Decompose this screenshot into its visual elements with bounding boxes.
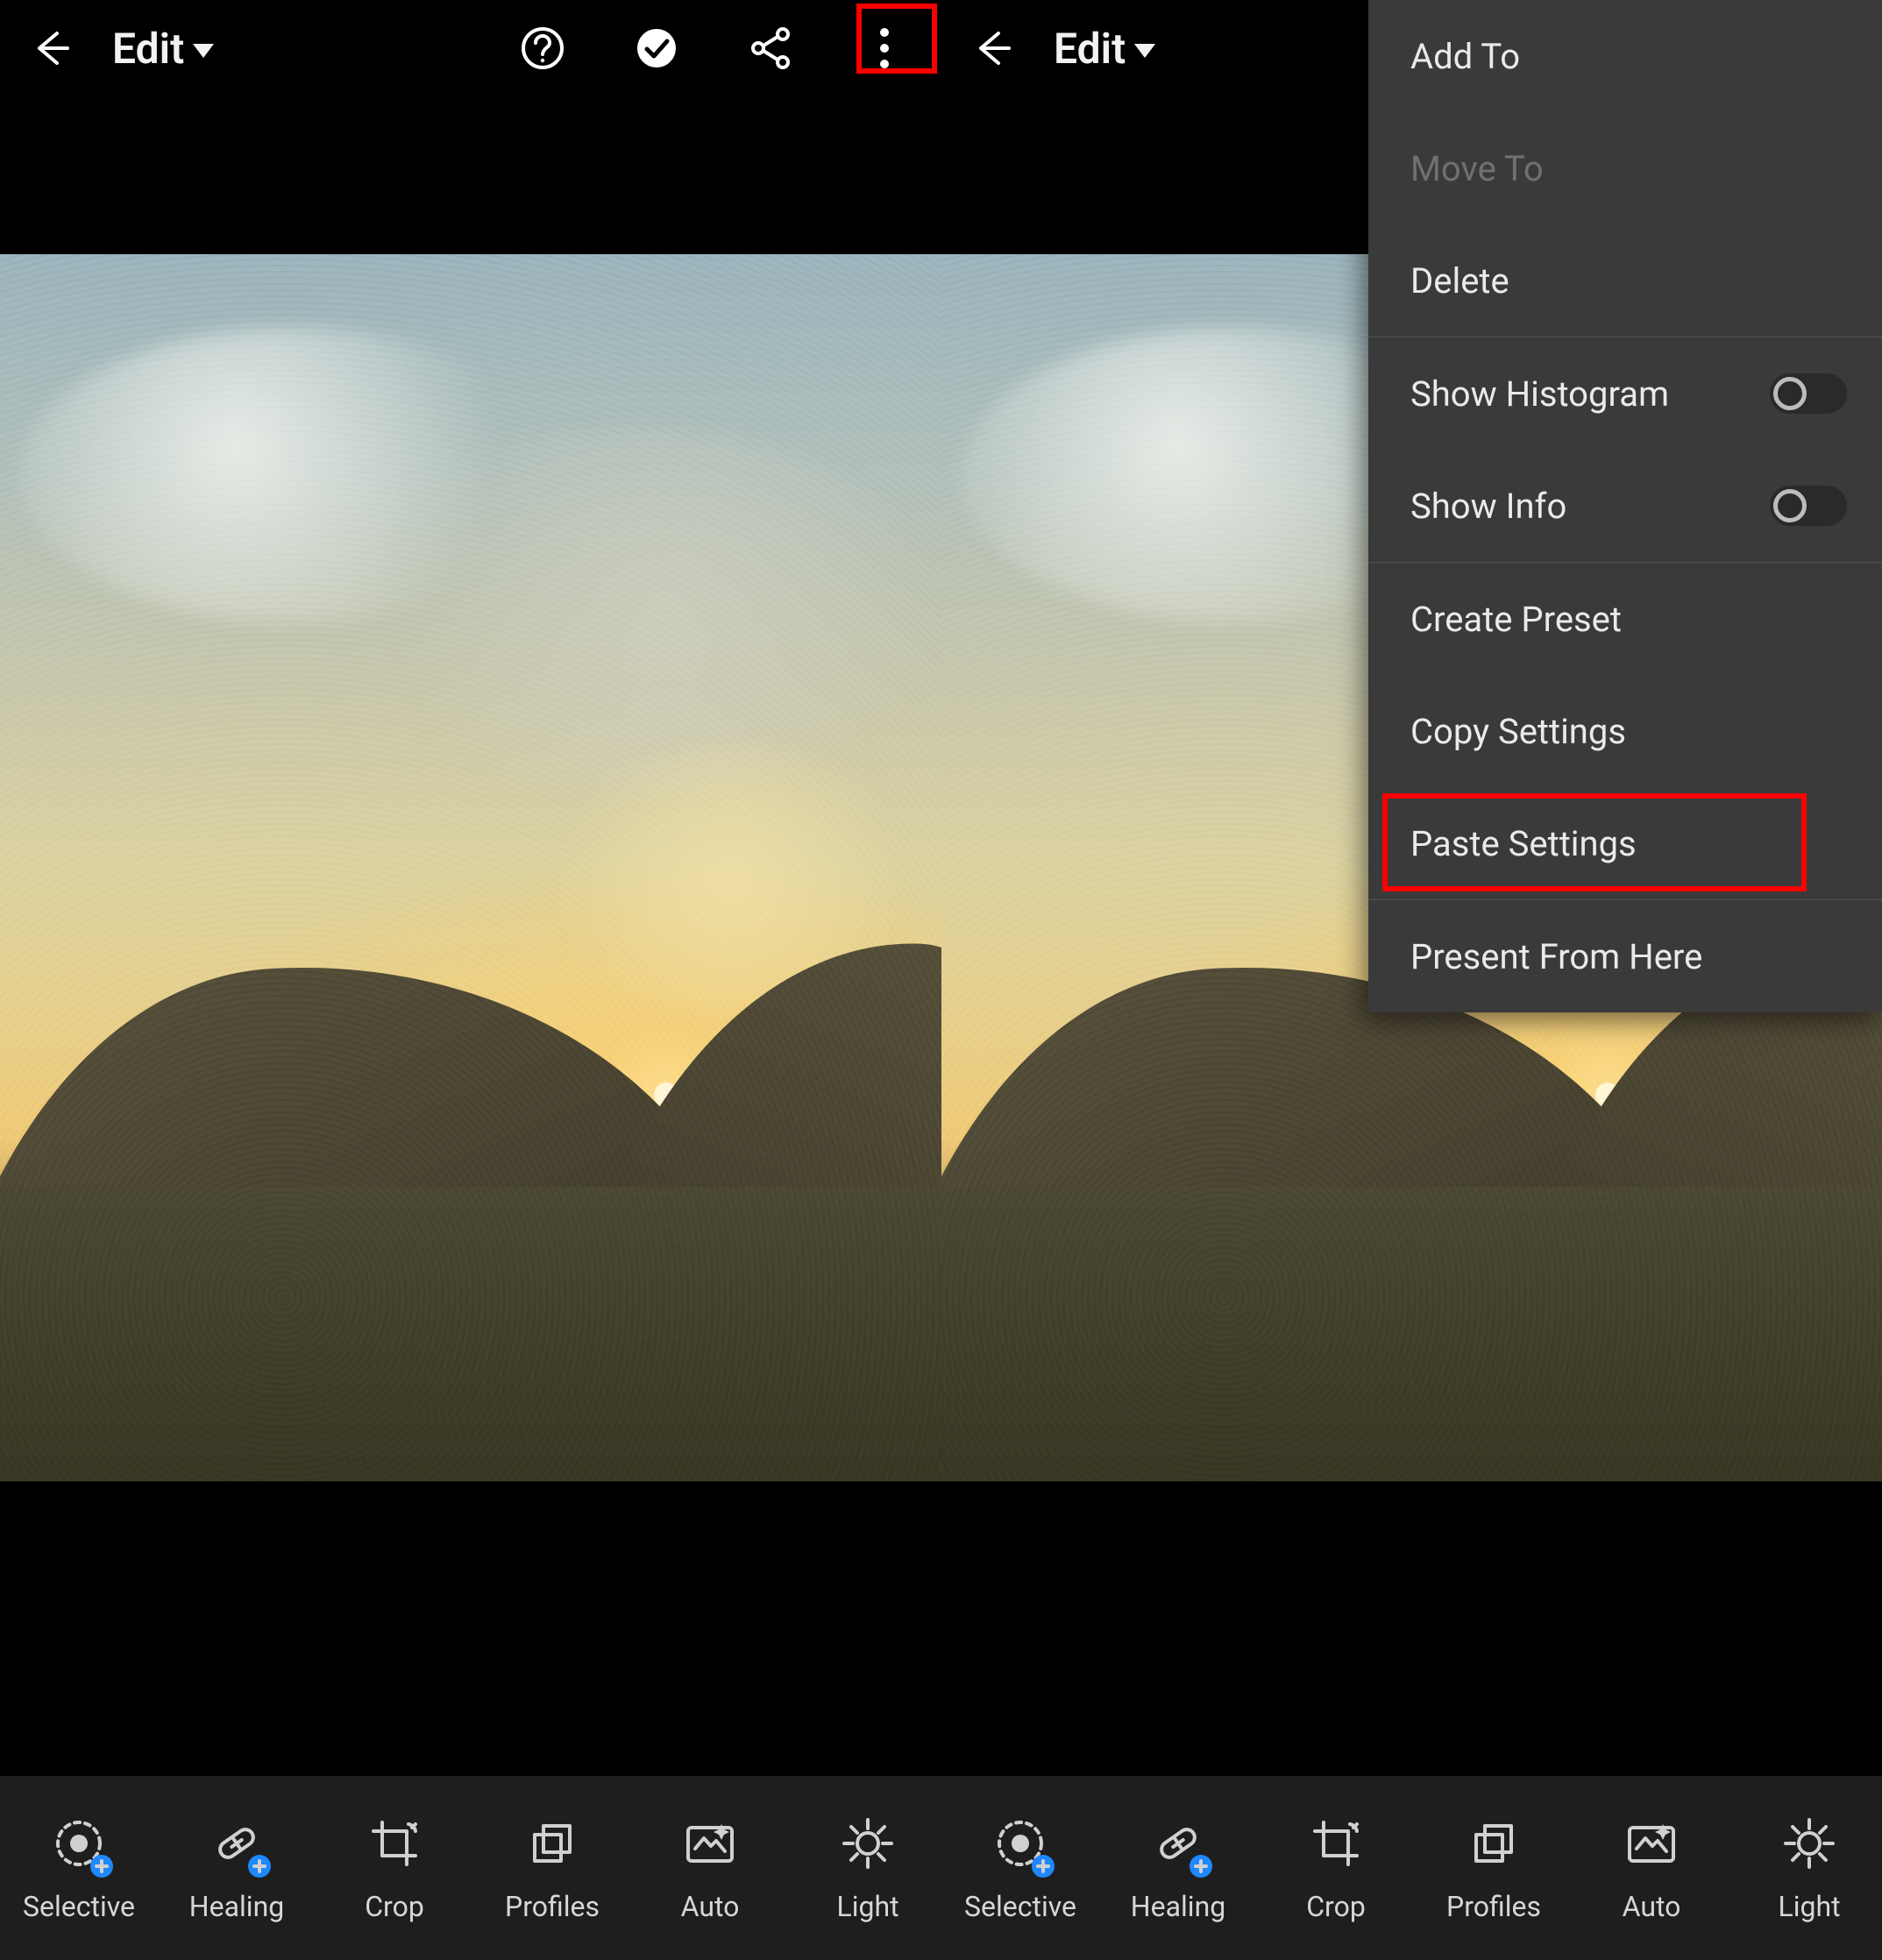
menu-item-show-info[interactable]: Show Info — [1368, 450, 1882, 562]
healing-icon — [1147, 1813, 1209, 1874]
edit-toolbar-right: Selective Healing Crop — [941, 1776, 1882, 1960]
back-arrow-icon — [969, 26, 1012, 70]
edit-dropdown[interactable]: Edit — [112, 24, 214, 74]
tool-selective[interactable]: Selective — [941, 1776, 1099, 1960]
auto-icon — [1621, 1813, 1682, 1874]
toggle-knob — [1773, 377, 1807, 410]
menu-item-copy-settings[interactable]: Copy Settings — [1368, 675, 1882, 787]
tool-crop[interactable]: Crop — [316, 1776, 473, 1960]
light-icon — [837, 1813, 898, 1874]
add-badge-icon — [1190, 1855, 1212, 1878]
screen-left: Edit — [0, 0, 941, 1960]
tool-label: Profiles — [1446, 1890, 1541, 1923]
edit-dropdown-label: Edit — [112, 24, 184, 74]
menu-item-label: Show Histogram — [1410, 373, 1669, 415]
tool-profiles[interactable]: Profiles — [1415, 1776, 1573, 1960]
menu-item-label: Delete — [1410, 260, 1509, 302]
caret-down-icon — [193, 44, 214, 58]
tool-label: Light — [1778, 1890, 1840, 1923]
toggle-show-histogram[interactable] — [1770, 373, 1847, 414]
selective-icon — [990, 1813, 1051, 1874]
tool-selective[interactable]: Selective — [0, 1776, 158, 1960]
menu-item-label: Create Preset — [1410, 599, 1622, 640]
profiles-icon — [1463, 1813, 1524, 1874]
menu-item-label: Present From Here — [1410, 936, 1702, 977]
help-icon — [518, 24, 567, 73]
cloud-sync-button[interactable] — [600, 0, 714, 96]
add-badge-icon — [248, 1855, 271, 1878]
light-icon — [1779, 1813, 1840, 1874]
menu-item-move-to: Move To — [1368, 112, 1882, 224]
tool-auto[interactable]: Auto — [631, 1776, 789, 1960]
edit-dropdown[interactable]: Edit — [1054, 24, 1155, 74]
tool-label: Light — [836, 1890, 898, 1923]
healing-icon — [206, 1813, 267, 1874]
tool-crop[interactable]: Crop — [1257, 1776, 1415, 1960]
menu-item-create-preset[interactable]: Create Preset — [1368, 563, 1882, 675]
tool-label: Crop — [365, 1890, 424, 1923]
back-arrow-icon — [27, 26, 71, 70]
photo-texture — [0, 254, 941, 1481]
back-button[interactable] — [21, 20, 77, 76]
tool-label: Profiles — [505, 1890, 600, 1923]
toggle-show-info[interactable] — [1770, 486, 1847, 526]
menu-item-label: Show Info — [1410, 486, 1566, 527]
menu-item-delete[interactable]: Delete — [1368, 224, 1882, 337]
tool-auto[interactable]: Auto — [1573, 1776, 1730, 1960]
photo-preview-left[interactable] — [0, 254, 941, 1481]
menu-item-show-histogram[interactable]: Show Histogram — [1368, 337, 1882, 450]
share-button[interactable] — [714, 0, 827, 96]
tool-healing[interactable]: Healing — [158, 1776, 316, 1960]
edit-dropdown-label: Edit — [1054, 24, 1126, 74]
tool-light[interactable]: Light — [1730, 1776, 1882, 1960]
add-badge-icon — [1032, 1855, 1055, 1878]
toggle-knob — [1773, 489, 1807, 522]
tool-label: Healing — [1131, 1890, 1225, 1923]
highlight-paste-settings — [1382, 793, 1807, 891]
highlight-more-button — [856, 4, 937, 74]
menu-item-present-from-here[interactable]: Present From Here — [1368, 900, 1882, 1012]
edit-toolbar-left: Selective Healing Crop — [0, 1776, 941, 1960]
menu-item-label: Copy Settings — [1410, 711, 1626, 752]
tool-label: Selective — [23, 1890, 135, 1923]
tool-label: Auto — [1623, 1890, 1681, 1923]
help-button[interactable] — [486, 0, 600, 96]
tool-healing[interactable]: Healing — [1099, 1776, 1257, 1960]
tool-label: Auto — [681, 1890, 740, 1923]
tool-label: Crop — [1306, 1890, 1366, 1923]
menu-item-label: Move To — [1410, 148, 1544, 189]
tool-label: Healing — [189, 1890, 284, 1923]
share-icon — [748, 25, 793, 71]
selective-icon — [48, 1813, 110, 1874]
menu-item-label: Add To — [1410, 36, 1520, 77]
crop-icon — [364, 1813, 425, 1874]
check-circle-icon — [632, 24, 681, 73]
topbar-left: Edit — [0, 0, 941, 96]
profiles-icon — [522, 1813, 583, 1874]
tool-profiles[interactable]: Profiles — [473, 1776, 631, 1960]
back-button[interactable] — [962, 20, 1019, 76]
caret-down-icon — [1134, 44, 1155, 58]
crop-icon — [1305, 1813, 1367, 1874]
tool-light[interactable]: Light — [789, 1776, 947, 1960]
menu-item-add-to[interactable]: Add To — [1368, 0, 1882, 112]
add-badge-icon — [90, 1855, 113, 1878]
auto-icon — [679, 1813, 741, 1874]
tool-label: Selective — [964, 1890, 1076, 1923]
